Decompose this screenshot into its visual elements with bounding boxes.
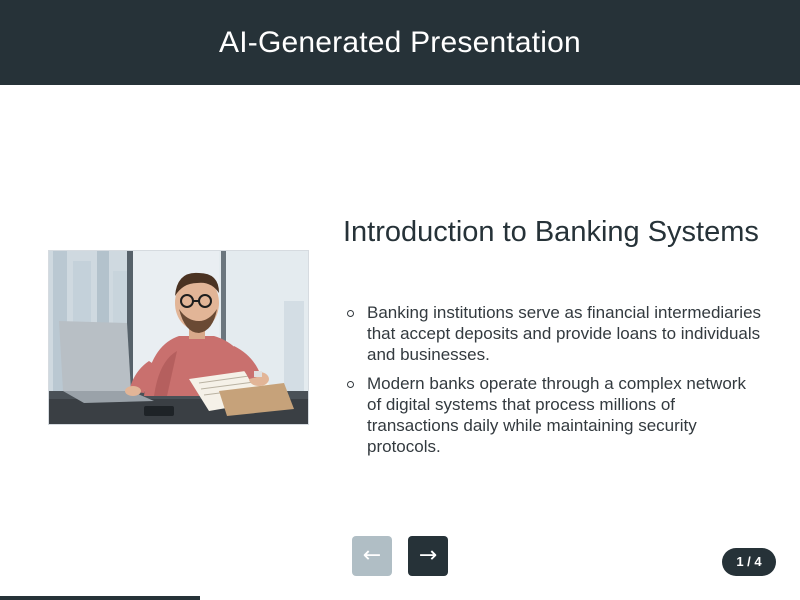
bullet-circle-icon bbox=[347, 310, 354, 317]
slide-counter-badge: 1 / 4 bbox=[722, 548, 776, 576]
slide-bullet-list: Banking institutions serve as financial … bbox=[343, 302, 763, 465]
bullet-text: Modern banks operate through a complex n… bbox=[367, 374, 746, 456]
progress-bar bbox=[0, 596, 800, 600]
presentation-page: AI-Generated Presentation Introduction t… bbox=[0, 0, 800, 600]
header-bar: AI-Generated Presentation bbox=[0, 0, 800, 85]
bullet-circle-icon bbox=[347, 381, 354, 388]
progress-bar-fill bbox=[0, 596, 200, 600]
slide-image bbox=[48, 250, 309, 425]
previous-slide-button[interactable]: ← bbox=[352, 536, 392, 576]
bullet-item: Banking institutions serve as financial … bbox=[343, 302, 763, 365]
slide-title: Introduction to Banking Systems bbox=[343, 216, 759, 248]
office-photo-illustration bbox=[49, 251, 308, 424]
next-slide-button[interactable]: → bbox=[408, 536, 448, 576]
arrow-right-icon: → bbox=[418, 543, 438, 568]
presentation-title: AI-Generated Presentation bbox=[219, 25, 581, 59]
arrow-left-icon: ← bbox=[362, 543, 382, 568]
bullet-item: Modern banks operate through a complex n… bbox=[343, 373, 763, 457]
bullet-text: Banking institutions serve as financial … bbox=[367, 303, 762, 364]
